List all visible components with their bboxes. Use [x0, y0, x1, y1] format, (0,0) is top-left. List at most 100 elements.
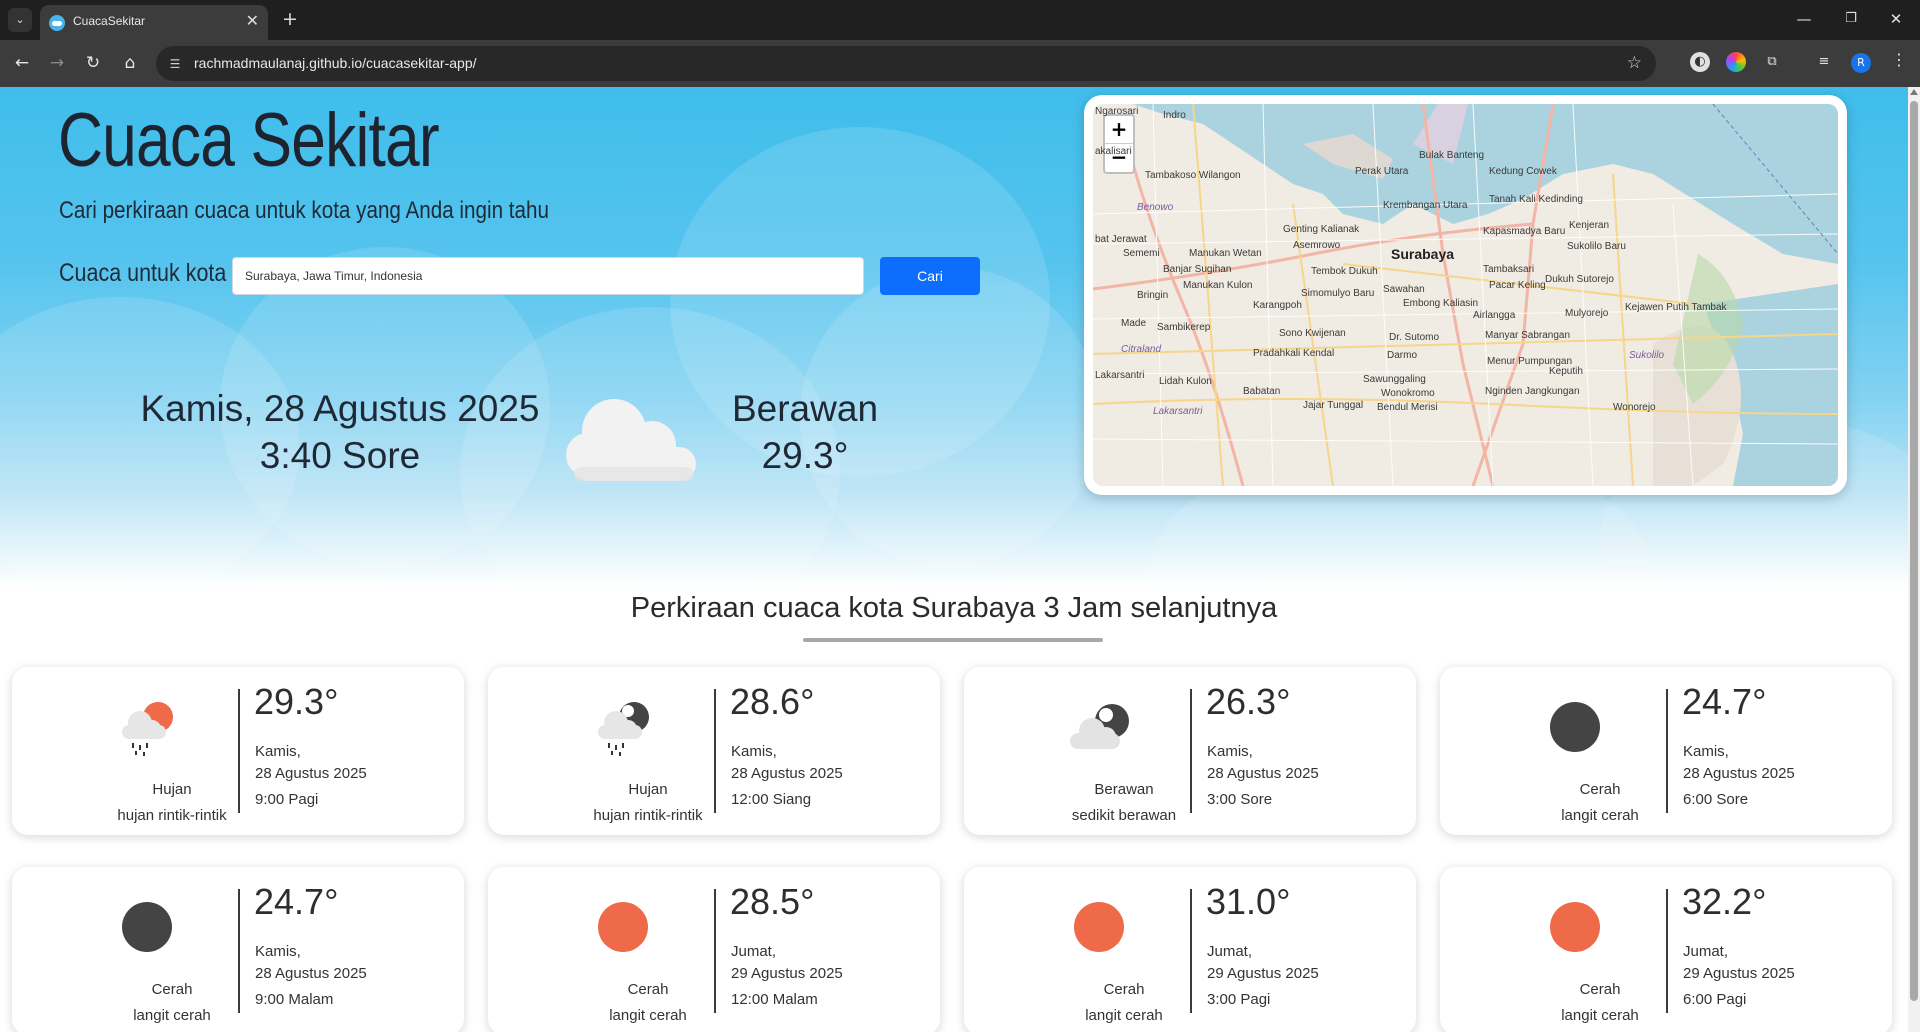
- url-text[interactable]: rachmadmaulanaj.github.io/cuacasekitar-a…: [194, 55, 477, 71]
- map-place-label: Indro: [1163, 110, 1186, 121]
- color-extension-icon[interactable]: [1726, 52, 1746, 72]
- zoom-in-button[interactable]: +: [1105, 116, 1133, 144]
- map-place-label: Jajar Tunggal: [1303, 400, 1364, 411]
- current-condition-text: Berawan: [731, 388, 879, 429]
- map-place-label: Sawunggaling: [1363, 374, 1426, 385]
- map-place-label: Manukan Wetan: [1189, 248, 1262, 259]
- map-place-label: Lidah Kulon: [1159, 376, 1212, 387]
- tab-close-icon[interactable]: ✕: [246, 12, 259, 30]
- site-info-icon[interactable]: ☰: [166, 55, 184, 73]
- map-place-label: Genting Kalianak: [1283, 224, 1360, 235]
- map-place-label: Kedung Cowek: [1489, 166, 1557, 177]
- card-time: 6:00 Pagi: [1683, 991, 1747, 1008]
- map-zoom-control: + −: [1103, 114, 1135, 174]
- search-button[interactable]: Cari: [880, 257, 980, 295]
- card-temperature: 31.0°: [1206, 881, 1291, 922]
- rain-moon-icon: [588, 695, 658, 759]
- tab-title: CuacaSekitar: [73, 14, 146, 28]
- card-date: 28 Agustus 2025: [1207, 765, 1319, 782]
- forecast-card: Berawan sedikit berawan 26.3° Kamis, 28 …: [964, 667, 1416, 835]
- map-place-label: Simomulyo Baru: [1301, 288, 1375, 299]
- profile-avatar[interactable]: R: [1851, 53, 1871, 73]
- card-date: 29 Agustus 2025: [1207, 965, 1319, 982]
- tab-favicon-icon: [49, 15, 65, 31]
- card-day: Jumat,: [1683, 943, 1729, 960]
- map-place-label: Wonorejo: [1613, 402, 1656, 413]
- browser-tab[interactable]: CuacaSekitar ✕: [40, 5, 268, 40]
- window-close-button[interactable]: ✕: [1884, 8, 1908, 30]
- moon-icon: [1540, 695, 1610, 759]
- search-label: Cuaca untuk kota: [59, 259, 227, 287]
- map-place-label: Perak Utara: [1355, 166, 1409, 177]
- card-temperature: 28.5°: [730, 881, 815, 922]
- map-place-label: Krembangan Utara: [1383, 200, 1468, 211]
- card-temperature: 28.6°: [730, 681, 815, 722]
- forecast-card: Cerah langit cerah 24.7° Kamis, 28 Agust…: [12, 867, 464, 1032]
- scroll-up-arrow-icon[interactable]: [1910, 89, 1918, 95]
- map-place-label: Karangpoh: [1253, 300, 1302, 311]
- map-place-label: Manukan Kulon: [1183, 280, 1253, 291]
- tab-search-dropdown[interactable]: ⌄: [8, 8, 32, 32]
- restore-button[interactable]: ❐: [1839, 8, 1863, 30]
- bookmark-star-icon[interactable]: ☆: [1627, 52, 1642, 74]
- map-place-label: Banjar Sugihan: [1163, 264, 1232, 275]
- page-scrollbar[interactable]: [1908, 87, 1920, 1032]
- page-title: Cuaca Sekitar: [58, 98, 440, 183]
- map-place-label: Sukolilo: [1629, 350, 1665, 361]
- scroll-thumb[interactable]: [1910, 101, 1918, 1001]
- map-place-label: akalisari: [1095, 146, 1132, 157]
- forecast-card: Hujan hujan rintik-rintik 29.3° Kamis, 2…: [12, 667, 464, 835]
- browser-menu-icon[interactable]: ⋮: [1891, 50, 1907, 69]
- card-day: Kamis,: [731, 743, 777, 760]
- map-place-label: Benowo: [1137, 202, 1174, 213]
- card-divider: [238, 889, 240, 1013]
- map-place-label: Asemrowo: [1293, 240, 1341, 251]
- card-date: 28 Agustus 2025: [255, 965, 367, 982]
- map-place-label: Bringin: [1137, 290, 1169, 301]
- city-search-input[interactable]: [232, 257, 864, 295]
- forecast-card: Hujan hujan rintik-rintik 28.6° Kamis, 2…: [488, 667, 940, 835]
- city-map[interactable]: + − Ngarosari Indro akalisari Tambakoso Wil…: [1093, 104, 1838, 486]
- card-day: Kamis,: [255, 743, 301, 760]
- map-place-label: Kenjeran: [1569, 220, 1610, 231]
- map-place-label: Tanah Kali Kedinding: [1489, 194, 1583, 205]
- map-place-label: Made: [1121, 318, 1147, 329]
- rain-sun-icon: [112, 695, 182, 759]
- map-place-label: Tembok Dukuh: [1311, 266, 1378, 277]
- map-place-label: Surabaya: [1391, 246, 1455, 262]
- forward-button[interactable]: →: [45, 51, 69, 75]
- cloud-moon-icon: [1064, 695, 1134, 759]
- extensions-puzzle-icon[interactable]: ⧉: [1762, 52, 1782, 72]
- forecast-card: Cerah langit cerah 24.7° Kamis, 28 Agust…: [1440, 667, 1892, 835]
- extension-icon[interactable]: ◐: [1690, 52, 1710, 72]
- map-place-label: Sambikerep: [1157, 322, 1211, 333]
- card-divider: [1666, 689, 1668, 813]
- map-place-label: bat Jerawat: [1095, 234, 1147, 245]
- card-temperature: 24.7°: [1682, 681, 1767, 722]
- map-place-label: Mulyorejo: [1565, 308, 1609, 319]
- home-button[interactable]: ⌂: [118, 51, 142, 75]
- map-place-label: Darmo: [1387, 350, 1418, 361]
- browser-titlebar: ⌄ CuacaSekitar ✕ + — ❐ ✕: [0, 0, 1920, 40]
- new-tab-button[interactable]: +: [282, 8, 298, 30]
- media-control-icon[interactable]: ≡: [1814, 52, 1834, 72]
- minimize-button[interactable]: —: [1792, 8, 1816, 30]
- forecast-card: Cerah langit cerah 31.0° Jumat, 29 Agust…: [964, 867, 1416, 1032]
- map-place-label: Bulak Banteng: [1419, 150, 1485, 161]
- map-place-label: Ngarosari: [1095, 106, 1139, 117]
- map-place-label: Keputih: [1549, 366, 1583, 377]
- map-card: + − Ngarosari Indro akalisari Tambakoso Wil…: [1084, 95, 1847, 495]
- card-date: 28 Agustus 2025: [731, 765, 843, 782]
- card-temperature: 24.7°: [254, 881, 339, 922]
- forecast-card: Cerah langit cerah 32.2° Jumat, 29 Agust…: [1440, 867, 1892, 1032]
- card-divider: [238, 689, 240, 813]
- back-button[interactable]: ←: [10, 51, 34, 75]
- current-condition: Berawan 29.3°: [690, 385, 920, 479]
- reload-button[interactable]: ↻: [81, 51, 105, 75]
- card-time: 3:00 Sore: [1207, 791, 1273, 808]
- sun-icon: [1064, 895, 1134, 959]
- address-bar[interactable]: ☰ rachmadmaulanaj.github.io/cuacasekitar…: [156, 46, 1656, 81]
- card-day: Jumat,: [1207, 943, 1253, 960]
- current-datetime: Kamis, 28 Agustus 2025 3:40 Sore: [120, 385, 560, 479]
- card-time: 9:00 Pagi: [255, 791, 319, 808]
